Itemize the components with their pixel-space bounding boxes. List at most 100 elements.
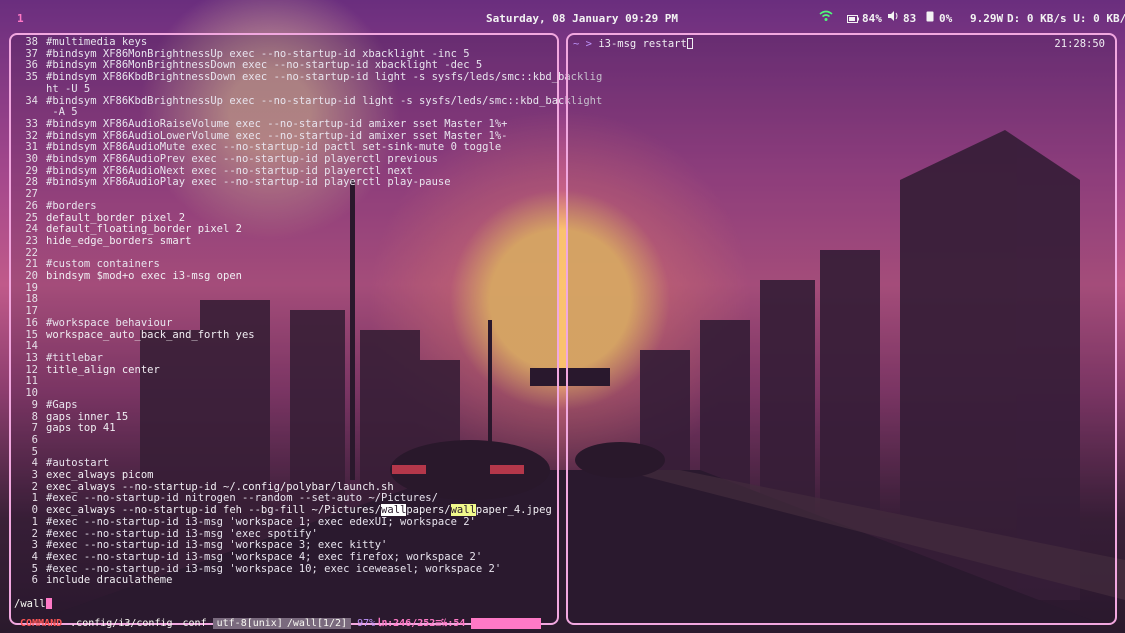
editor-line[interactable]: 6 include draculatheme <box>20 575 560 587</box>
line-segment: paper_4.jpeg <box>475 504 552 517</box>
cursor <box>45 598 52 609</box>
line-text[interactable] <box>38 388 46 400</box>
disk-usage: 0% <box>939 12 953 25</box>
cursor-position: ㏑:246/252≡℅:54 <box>377 618 466 629</box>
editor-line[interactable]: 3 exec_always picom <box>20 469 560 482</box>
editor-line[interactable]: ht -U 5 <box>20 83 560 96</box>
line-number: 13 <box>25 351 38 364</box>
line-text[interactable] <box>38 447 46 459</box>
line-text[interactable] <box>38 189 46 201</box>
editor-line[interactable]: 27 <box>20 188 560 201</box>
datetime: Saturday, 08 January 09:29 PM <box>486 12 679 25</box>
line-text[interactable]: #bindsym XF86KbdBrightnessUp exec --no-s… <box>38 95 602 108</box>
line-number: 6 <box>31 574 38 587</box>
editor-line[interactable]: 7 gaps top 41 <box>20 422 560 435</box>
line-number <box>20 84 38 96</box>
editor-line[interactable]: 33 #bindsym XF86AudioRaiseVolume exec --n… <box>20 117 560 131</box>
disk-icon <box>926 11 934 25</box>
editor-line[interactable]: 28 #bindsym XF86AudioPlay exec --no-start… <box>20 177 560 189</box>
shell-prompt[interactable]: ~ > i3-msg restart <box>573 38 693 50</box>
line-text[interactable]: #titlebar <box>38 352 103 365</box>
line-text[interactable]: hide_edge_borders smart <box>38 235 191 248</box>
line-text[interactable]: #exec --no-startup-id i3-msg 'workspace … <box>38 516 476 529</box>
line-text[interactable] <box>38 294 46 306</box>
filetype: conf <box>182 618 207 629</box>
line-text[interactable]: #exec --no-startup-id i3-msg 'workspace … <box>38 551 482 564</box>
line-text[interactable]: gaps top 41 <box>38 422 116 435</box>
editor-buffer[interactable]: 38 #multimedia keys 37 #bindsym XF86MonBrig… <box>20 36 602 587</box>
line-text[interactable]: #bindsym XF86KbdBrightnessDown exec --no… <box>38 71 602 84</box>
battery-icon <box>847 13 859 26</box>
line-text[interactable]: #bindsym XF86AudioPrev exec --no-startup… <box>38 153 438 166</box>
editor-line[interactable]: 11 <box>20 376 560 388</box>
line-text[interactable]: #bindsym XF86AudioPlay exec --no-startup… <box>38 177 451 189</box>
editor-line[interactable]: 35 #bindsym XF86KbdBrightnessDown exec --… <box>20 71 602 84</box>
editor-line[interactable]: 16 #workspace behaviour <box>20 317 560 330</box>
editor-line[interactable]: 30 #bindsym XF86AudioPrev exec --no-start… <box>20 153 560 166</box>
line-number: 30 <box>25 153 38 166</box>
line-text[interactable]: #workspace behaviour <box>38 317 172 330</box>
line-number: 33 <box>25 117 38 130</box>
line-number: 6 <box>31 433 38 446</box>
workspace-indicator[interactable]: 1 <box>17 12 24 25</box>
editor-line[interactable]: 34 #bindsym XF86KbdBrightnessUp exec --no… <box>20 95 602 108</box>
status-bar: 1 Saturday, 08 January 09:29 PM 84% 83 0… <box>0 0 1125 34</box>
line-text[interactable]: include draculatheme <box>38 575 172 587</box>
line-number: 1 <box>31 515 38 528</box>
editor-line[interactable]: 26 #borders <box>20 200 560 213</box>
editor-line[interactable]: 20 bindsym $mod+o exec i3-msg open <box>20 270 560 283</box>
line-text[interactable]: workspace_auto_back_and_forth yes <box>38 329 255 342</box>
line-text[interactable]: #Gaps <box>38 399 78 412</box>
wifi-icon <box>819 10 833 25</box>
search-count: /wall[1/2] <box>286 618 352 629</box>
editor-line[interactable]: 12 title_align center <box>20 364 560 377</box>
line-text[interactable] <box>38 306 46 318</box>
line-text[interactable]: exec_always picom <box>38 469 153 482</box>
terminal-window[interactable]: ~ > i3-msg restart 21:28:50 <box>566 33 1117 625</box>
line-number: 20 <box>25 270 38 283</box>
editor-line[interactable]: 38 #multimedia keys <box>20 36 560 49</box>
file-encoding: utf-8[unix] <box>212 618 287 629</box>
line-text[interactable] <box>38 435 46 447</box>
line-number: 4 <box>31 550 38 563</box>
battery-level: 84% <box>862 12 882 25</box>
line-text[interactable]: #bindsym XF86AudioRaiseVolume exec --no-… <box>38 118 507 131</box>
line-text[interactable]: title_align center <box>38 364 160 377</box>
line-segment: exec_always --no-startup-id feh --bg-fil… <box>46 504 382 517</box>
editor-line[interactable]: 1 #exec --no-startup-id i3-msg 'workspace… <box>20 515 560 529</box>
command-input[interactable]: i3-msg restart <box>598 38 687 50</box>
line-number: 9 <box>31 398 38 411</box>
editor-line[interactable]: 23 hide_edge_borders smart <box>20 234 560 248</box>
editor-line[interactable]: 6 <box>20 433 560 447</box>
editor-line[interactable]: 4 #exec --no-startup-id i3-msg 'workspace… <box>20 550 560 564</box>
editor-line[interactable]: 10 <box>20 387 560 400</box>
power-usage: 9.29W <box>970 12 1004 25</box>
line-number: 3 <box>31 469 38 482</box>
line-text[interactable] <box>38 341 46 353</box>
line-text[interactable]: bindsym $mod+o exec i3-msg open <box>38 270 242 283</box>
editor-line[interactable]: 18 <box>20 294 560 306</box>
prompt-time: 21:28:50 <box>1054 38 1105 50</box>
volume-level: 83 <box>903 12 917 25</box>
prompt-arrow: > <box>585 38 592 50</box>
editor-window[interactable]: 38 #multimedia keys 37 #bindsym XF86MonBrig… <box>9 33 602 629</box>
line-number: 23 <box>25 234 38 247</box>
command-text[interactable]: /wall <box>14 598 46 610</box>
editor-line[interactable]: 19 <box>20 282 560 295</box>
line-text[interactable]: #multimedia keys <box>38 36 147 49</box>
line-text[interactable]: #borders <box>38 200 97 213</box>
search-match: wall <box>381 504 407 517</box>
vim-statusline: COMMAND .config/i3/config conf utf-8[unix] /… <box>20 618 551 629</box>
network-speed: D: 0 KB/s U: 0 KB/s <box>1007 12 1125 25</box>
editor-line[interactable]: 9 #Gaps <box>20 398 560 412</box>
mode-indicator: COMMAND <box>20 618 63 629</box>
line-text[interactable] <box>38 376 46 388</box>
volume-icon <box>888 11 900 24</box>
line-number: 35 <box>25 71 38 84</box>
line-text[interactable] <box>38 248 46 260</box>
vim-command-line[interactable]: /wall <box>14 598 52 610</box>
line-text[interactable]: ht -U 5 <box>38 83 90 96</box>
editor-line[interactable]: 13 #titlebar <box>20 351 560 365</box>
editor-line[interactable]: 15 workspace_auto_back_and_forth yes <box>20 329 560 342</box>
line-text[interactable] <box>38 283 46 295</box>
